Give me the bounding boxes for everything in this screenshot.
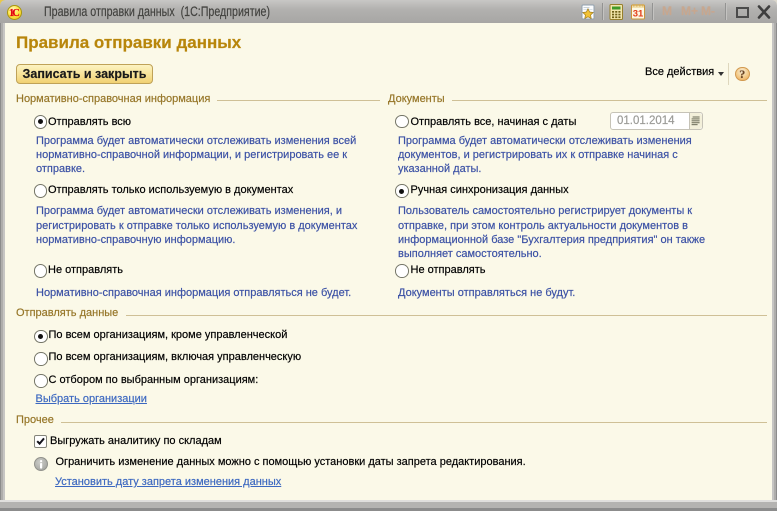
svg-text:31: 31: [633, 9, 644, 20]
